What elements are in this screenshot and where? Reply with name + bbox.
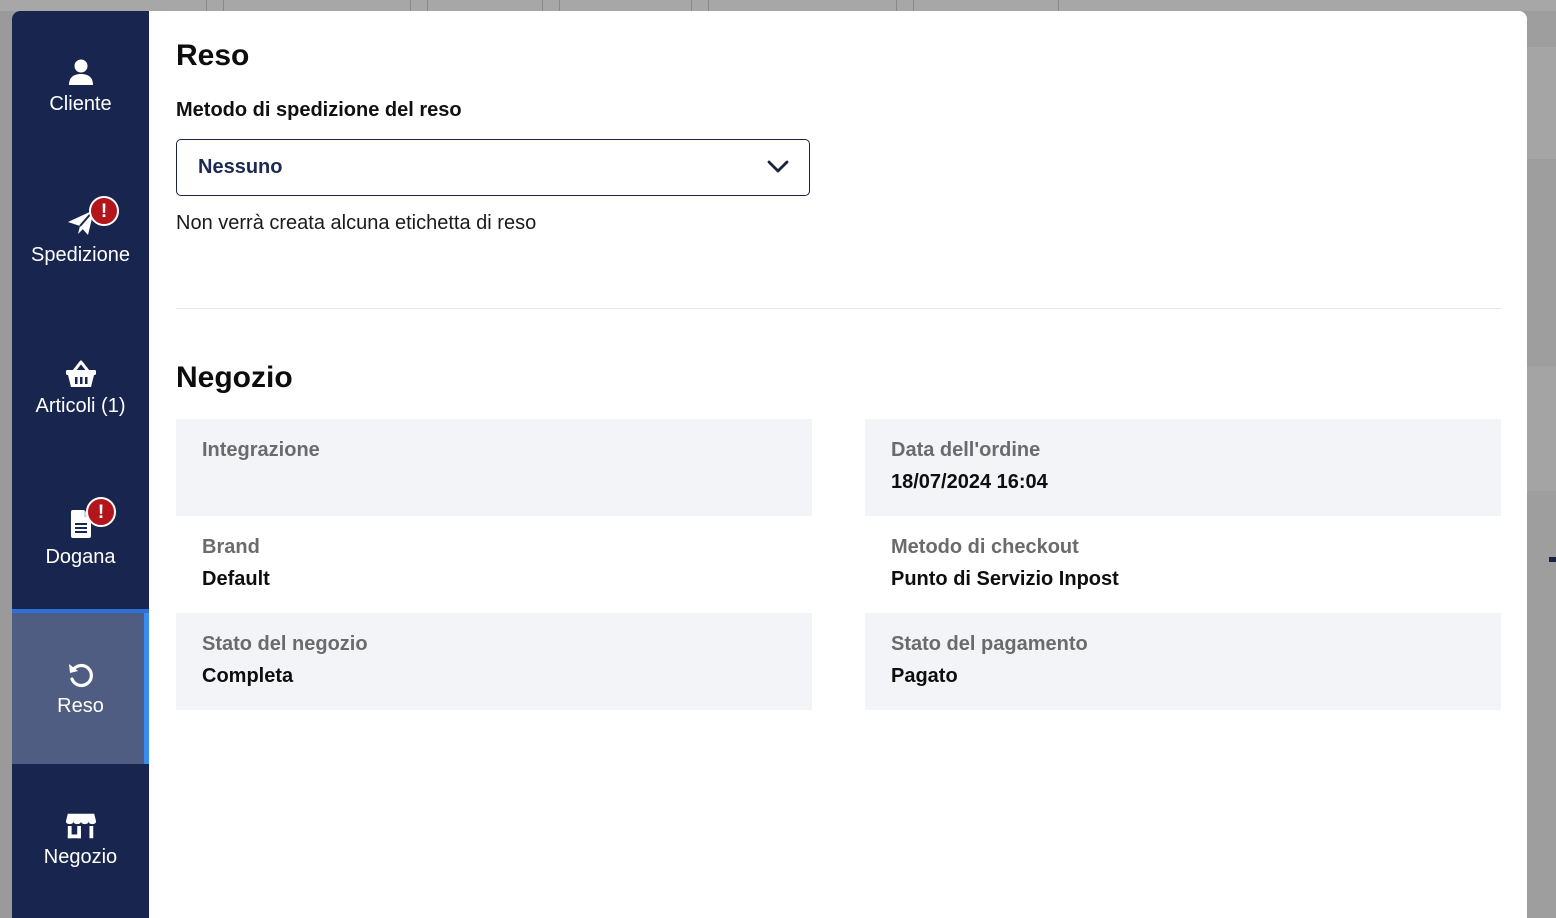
info-label: Brand	[202, 536, 260, 558]
sidebar-item-articoli[interactable]: Articoli (1)	[12, 313, 149, 464]
select-value: Nessuno	[198, 156, 283, 178]
info-cell-data-ordine: Data dell'ordine 18/07/2024 16:04	[865, 419, 1501, 516]
chevron-down-icon	[767, 159, 789, 175]
section-divider	[176, 308, 1501, 309]
modal-content: Reso Metodo di spedizione del reso Nessu…	[149, 11, 1527, 918]
info-label: Stato del pagamento	[891, 633, 1088, 655]
sidebar-item-cliente[interactable]: Cliente	[12, 11, 149, 162]
sidebar-item-spedizione[interactable]: ! Spedizione	[12, 162, 149, 313]
info-cell-brand: Brand Default	[176, 516, 812, 613]
sidebar-item-label: Reso	[57, 695, 104, 717]
info-cell-stato-pagamento: Stato del pagamento Pagato	[865, 613, 1501, 710]
sidebar-item-label: Articoli (1)	[35, 395, 126, 417]
info-label: Metodo di checkout	[891, 536, 1079, 558]
section-title-reso: Reso	[176, 39, 250, 72]
return-shipping-method-select[interactable]: Nessuno	[176, 139, 810, 196]
info-value: Punto di Servizio Inpost	[891, 568, 1119, 590]
info-cell-stato-negozio: Stato del negozio Completa	[176, 613, 812, 710]
sidebar-item-label: Spedizione	[31, 244, 130, 266]
basket-icon	[65, 358, 97, 390]
background-topbar	[0, 0, 1556, 11]
info-label: Stato del negozio	[202, 633, 368, 655]
alert-badge: !	[89, 196, 119, 226]
info-value: 18/07/2024 16:04	[891, 471, 1048, 493]
sidebar-item-reso[interactable]: Reso	[12, 613, 149, 764]
background-right-strip	[1527, 11, 1556, 918]
user-icon	[65, 56, 97, 88]
sidebar-item-label: Dogana	[45, 546, 116, 568]
info-cell-metodo-checkout: Metodo di checkout Punto di Servizio Inp…	[865, 516, 1501, 613]
info-label: Integrazione	[202, 439, 320, 461]
sidebar-item-label: Negozio	[43, 846, 118, 868]
sidebar-item-label: Cliente	[49, 93, 112, 115]
sidebar-item-dogana[interactable]: ! Dogana	[12, 464, 149, 615]
shipping-method-label: Metodo di spedizione del reso	[176, 99, 462, 121]
info-value: Default	[202, 568, 270, 590]
info-value: Completa	[202, 665, 294, 687]
store-icon	[65, 810, 97, 842]
info-value: Pagato	[891, 665, 958, 687]
info-label: Data dell'ordine	[891, 439, 1041, 461]
order-detail-modal: Cliente ! Spedizione Articoli (1) ! Doga…	[12, 11, 1527, 918]
section-title-negozio: Negozio	[176, 361, 293, 394]
undo-icon	[65, 659, 97, 691]
alert-badge: !	[86, 497, 116, 527]
section-sidebar: Cliente ! Spedizione Articoli (1) ! Doga…	[12, 11, 149, 918]
return-label-helper-text: Non verrà creata alcuna etichetta di res…	[176, 212, 537, 234]
sidebar-item-negozio[interactable]: Negozio	[12, 764, 149, 915]
info-cell-integrazione: Integrazione	[176, 419, 812, 516]
